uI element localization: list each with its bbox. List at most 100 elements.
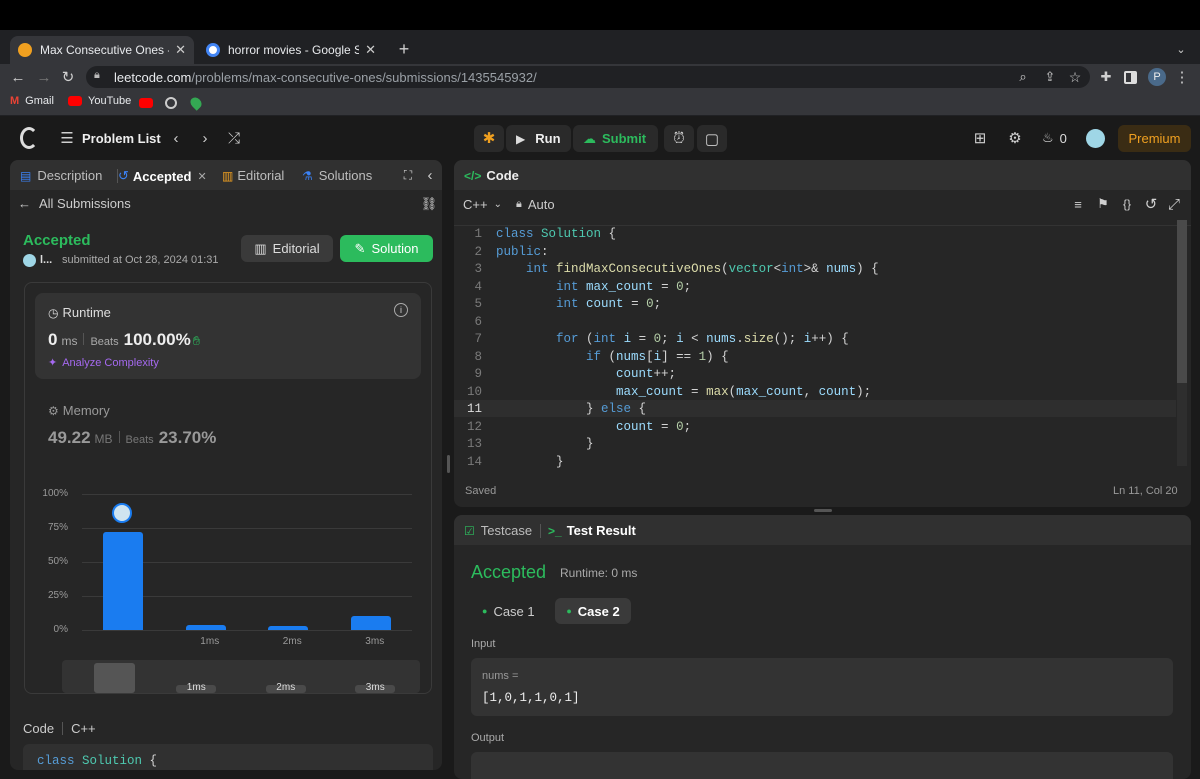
- submit-button[interactable]: ☁ Submit: [573, 125, 658, 152]
- settings-gear-icon[interactable]: ⚙: [1006, 129, 1024, 147]
- bookmark-icon[interactable]: ⚑: [1095, 196, 1111, 212]
- tab-solutions[interactable]: ⚗ Solutions: [302, 168, 372, 183]
- share-icon[interactable]: ⇪: [1040, 67, 1060, 87]
- timer-button[interactable]: ⏰︎: [664, 125, 694, 152]
- output-box[interactable]: [471, 752, 1173, 779]
- case-2-tab[interactable]: ● Case 2: [555, 598, 631, 624]
- tab-description[interactable]: ▤ Description: [20, 168, 102, 183]
- code-token: class: [37, 754, 75, 768]
- x-tick-label: 3ms: [365, 636, 385, 647]
- code-line: 10 max_count = max(max_count, count);: [466, 384, 872, 399]
- input-value: [1,0,1,1,0,1]: [482, 691, 580, 705]
- leetcode-logo-icon[interactable]: [20, 127, 38, 149]
- sidebar-icon[interactable]: [1124, 71, 1137, 84]
- openai-bookmark-icon[interactable]: [165, 97, 177, 109]
- info-icon[interactable]: i: [394, 303, 408, 317]
- close-tab-icon[interactable]: ✕: [175, 42, 186, 58]
- code-lines[interactable]: 1 class Solution { 2 public: 3 int findMax…: [454, 226, 1176, 470]
- collapse-panel-icon[interactable]: ‹: [424, 166, 436, 184]
- scrollbar-thumb[interactable]: [1177, 220, 1187, 383]
- link-icon[interactable]: ⛓: [420, 196, 438, 212]
- list-icon[interactable]: ☰: [58, 129, 76, 147]
- reload-icon[interactable]: ↻: [58, 67, 78, 87]
- url-bar[interactable]: 🔒︎ leetcode.com/problems/max-consecutive…: [86, 66, 1090, 88]
- browser-tab-google[interactable]: horror movies - Google Search ✕: [198, 36, 384, 64]
- code-line: 12 count = 0;: [466, 419, 692, 434]
- browser-tab-leetcode[interactable]: Max Consecutive Ones - LeetC ✕: [10, 36, 194, 64]
- prev-problem-icon[interactable]: ‹: [168, 128, 184, 148]
- tab-search-chevron-icon[interactable]: ⌄: [1172, 40, 1190, 58]
- extensions-icon[interactable]: ✚: [1096, 67, 1116, 87]
- user-avatar[interactable]: [1086, 129, 1105, 148]
- code-token: {: [142, 754, 158, 768]
- lock-icon: 🔒︎: [94, 69, 100, 81]
- bug-icon: ✱: [482, 130, 496, 147]
- minimap-label: 3ms: [365, 682, 385, 693]
- beats-label: Beats: [125, 434, 154, 446]
- chart-bar-1ms[interactable]: [185, 624, 226, 630]
- editorial-button[interactable]: ▥ Editorial: [241, 235, 333, 262]
- youtube-bookmark-icon[interactable]: [139, 98, 153, 108]
- language-select[interactable]: C++ ⌄: [463, 197, 502, 212]
- layout-grid-icon[interactable]: ⊞: [971, 129, 989, 147]
- username[interactable]: l...: [40, 254, 52, 266]
- leetcode-favicon-icon: [18, 43, 32, 57]
- code-line: 13 }: [466, 437, 594, 451]
- format-icon[interactable]: ≡: [1070, 196, 1086, 212]
- maximize-icon[interactable]: ⛶: [400, 166, 416, 184]
- chart-bar-0ms[interactable]: [103, 532, 144, 630]
- memory-header[interactable]: ⚙ Memory: [48, 403, 110, 418]
- tab-testcase[interactable]: ☑ Testcase: [464, 523, 532, 538]
- next-problem-icon[interactable]: ›: [197, 128, 213, 148]
- shuffle-icon[interactable]: ⤮: [224, 128, 244, 148]
- input-var-name: nums =: [482, 670, 519, 682]
- case-1-tab[interactable]: ● Case 1: [474, 598, 543, 624]
- horizontal-resize-handle[interactable]: [814, 509, 832, 512]
- reset-icon[interactable]: ↺: [1143, 196, 1159, 213]
- memory-stats[interactable]: 49.22 MB Beats 23.70%: [48, 428, 216, 448]
- tab-label: Accepted: [132, 168, 192, 184]
- menu-kebab-icon[interactable]: ⋮: [1174, 67, 1190, 87]
- streak-counter[interactable]: ♨ 0: [1042, 130, 1067, 146]
- braces-icon[interactable]: {}: [1118, 196, 1136, 212]
- chart-gridline: [82, 528, 412, 529]
- analyze-complexity-link[interactable]: ✦ Analyze Complexity: [48, 356, 159, 370]
- run-button[interactable]: ▶ Run: [506, 125, 571, 152]
- zoom-icon[interactable]: ⌕: [1013, 67, 1033, 87]
- code-line: 3 int findMaxConsecutiveOnes(vector<int>…: [474, 262, 879, 276]
- chart-bar-2ms[interactable]: [268, 625, 309, 630]
- problem-list-link[interactable]: Problem List: [82, 131, 161, 146]
- chart-bar-3ms[interactable]: [350, 616, 391, 630]
- tab-editorial[interactable]: ▥ Editorial: [222, 168, 284, 183]
- close-tab-icon[interactable]: ✕: [365, 42, 376, 58]
- note-icon: ▢: [704, 130, 720, 148]
- tab-divider: [540, 524, 541, 538]
- url-path: /problems/max-consecutive-ones/submissio…: [191, 69, 537, 85]
- close-tab-icon[interactable]: ✕: [197, 170, 206, 183]
- forward-arrow-icon[interactable]: →: [34, 67, 54, 87]
- case-label: Case 2: [577, 603, 620, 619]
- fullscreen-icon[interactable]: ⤢: [1166, 196, 1182, 213]
- premium-button[interactable]: Premium: [1118, 125, 1191, 152]
- tab-label: Test Result: [566, 523, 636, 538]
- code-token: Solution: [82, 754, 143, 768]
- tab-accepted[interactable]: ↺ Accepted ✕: [118, 168, 207, 184]
- vertical-resize-handle[interactable]: [447, 455, 450, 473]
- all-submissions-link[interactable]: ← All Submissions: [18, 196, 131, 211]
- bookmark-youtube[interactable]: YouTube: [68, 95, 131, 107]
- debug-button[interactable]: ✱: [474, 125, 504, 152]
- edit-icon: ✎: [354, 240, 366, 256]
- profile-avatar[interactable]: P: [1148, 68, 1166, 86]
- auto-mode[interactable]: 🔒︎ Auto: [516, 197, 555, 212]
- bookmark-gmail[interactable]: M Gmail: [10, 95, 54, 107]
- input-box[interactable]: [471, 658, 1173, 716]
- bookmark-star-icon[interactable]: ☆: [1065, 67, 1085, 87]
- solution-button[interactable]: ✎ Solution: [340, 235, 433, 262]
- tab-test-result[interactable]: >_ Test Result: [548, 523, 636, 538]
- description-icon: ▤: [20, 168, 32, 183]
- editor-title: </> Code: [464, 168, 519, 183]
- minimap-label: 1ms: [186, 682, 206, 693]
- new-tab-button[interactable]: +: [394, 39, 414, 59]
- notes-button[interactable]: ▢: [697, 125, 727, 152]
- back-arrow-icon[interactable]: ←: [8, 67, 28, 87]
